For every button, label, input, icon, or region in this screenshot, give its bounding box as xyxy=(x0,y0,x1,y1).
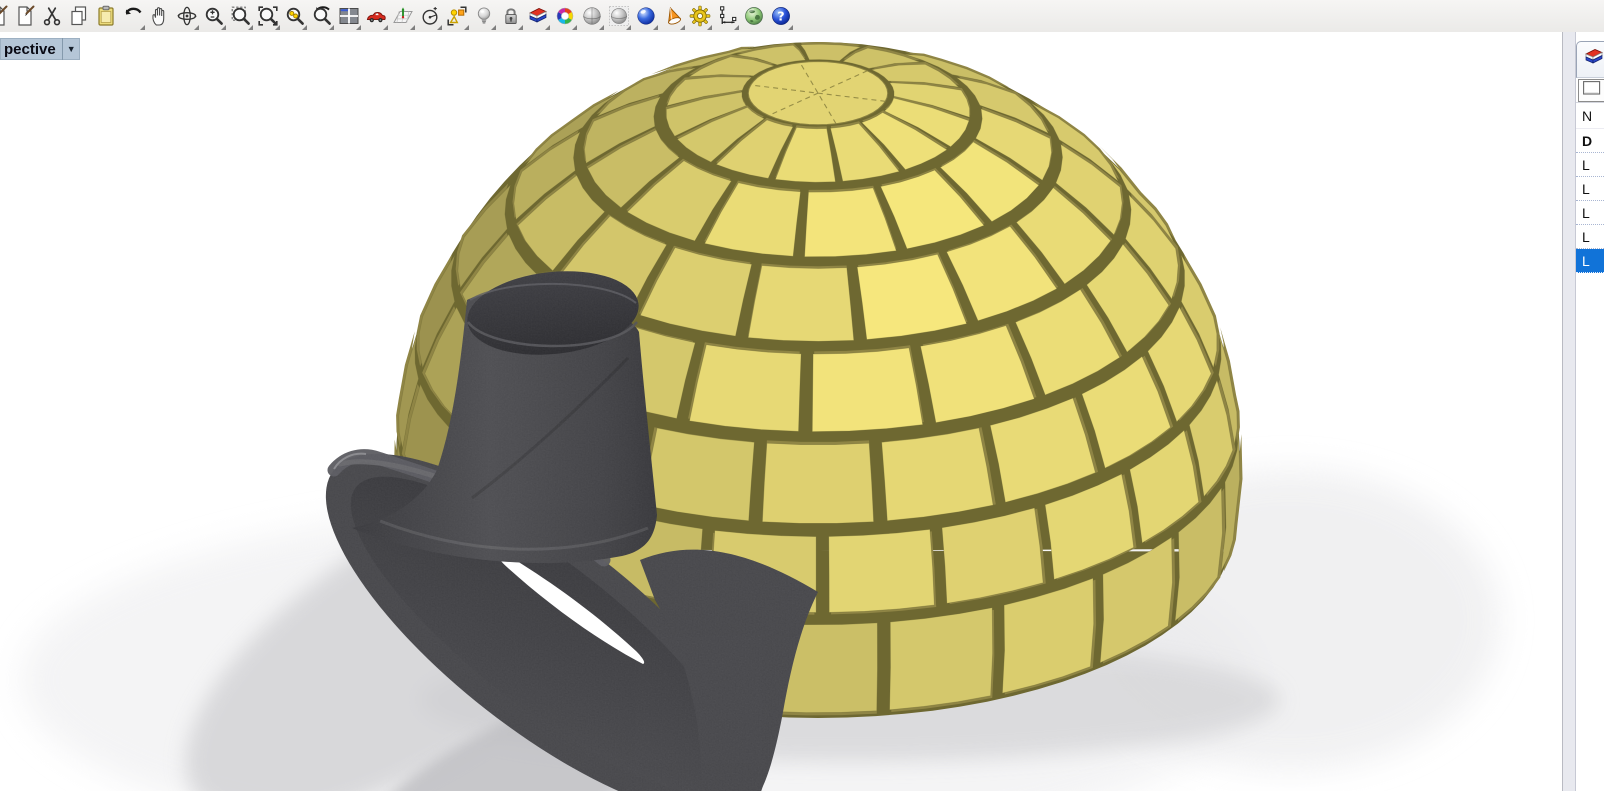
flyout-indicator xyxy=(518,25,523,30)
flyout-indicator xyxy=(140,25,145,30)
toolbar-button-color-wheel[interactable] xyxy=(551,1,578,31)
toolbar-button-cut[interactable] xyxy=(38,1,65,31)
toolbar-button-zoom-previous[interactable] xyxy=(308,1,335,31)
toolbar-button-dimension[interactable] xyxy=(713,1,740,31)
toolbar-button-undo[interactable] xyxy=(119,1,146,31)
flyout-indicator xyxy=(302,25,307,30)
flyout-indicator xyxy=(275,25,280,30)
layer-name: L xyxy=(1582,157,1590,173)
toolbar-button-pan[interactable] xyxy=(146,1,173,31)
toolbar-button-viewport-layout[interactable] xyxy=(335,1,362,31)
toolbar-button-zoom-window[interactable] xyxy=(227,1,254,31)
layer-row[interactable]: L xyxy=(1576,249,1604,273)
layer-name: L xyxy=(1582,205,1590,221)
flyout-indicator xyxy=(221,25,226,30)
toolbar-button-circle[interactable] xyxy=(416,1,443,31)
flyout-indicator xyxy=(464,25,469,30)
layer-row[interactable]: D xyxy=(1576,129,1604,153)
layers-list: DLLLLL xyxy=(1576,129,1604,273)
copy-icon xyxy=(67,4,91,28)
flyout-indicator xyxy=(788,25,793,30)
layers-panel-toolbar xyxy=(1576,78,1604,103)
cut-icon xyxy=(40,4,64,28)
viewport-3d-scene[interactable] xyxy=(0,32,1562,791)
export-document-icon xyxy=(13,4,37,28)
toolbar-button-partial-document[interactable] xyxy=(0,1,11,31)
flyout-indicator xyxy=(599,25,604,30)
toolbar-button-export-document[interactable] xyxy=(11,1,38,31)
layer-name: L xyxy=(1582,253,1590,269)
pan-icon xyxy=(148,4,172,28)
layer-row[interactable]: L xyxy=(1576,177,1604,201)
toolbar-button-shaded-view[interactable] xyxy=(578,1,605,31)
toolbar-button-hide-show[interactable] xyxy=(470,1,497,31)
layers-panel: N DLLLLL xyxy=(1576,32,1604,791)
toolbar-button-car[interactable] xyxy=(362,1,389,31)
panel-splitter[interactable] xyxy=(1563,32,1576,791)
flyout-indicator xyxy=(680,25,685,30)
toolbar-button-globe[interactable] xyxy=(740,1,767,31)
flyout-indicator xyxy=(626,25,631,30)
application-window: ? pective ▼ xyxy=(0,0,1604,791)
toolbar-button-rotate-view[interactable] xyxy=(173,1,200,31)
layer-row[interactable]: L xyxy=(1576,201,1604,225)
flyout-indicator xyxy=(572,25,577,30)
toolbar-button-cone[interactable] xyxy=(659,1,686,31)
viewport-title-tab[interactable]: pective ▼ xyxy=(0,38,80,60)
paste-icon xyxy=(94,4,118,28)
flyout-indicator xyxy=(707,25,712,30)
toolbar-button-lock[interactable] xyxy=(497,1,524,31)
column-header-label: N xyxy=(1582,108,1592,124)
flyout-indicator xyxy=(491,25,496,30)
layers-column-header: N xyxy=(1576,103,1604,129)
flyout-indicator xyxy=(248,25,253,30)
toolbar-button-ghosted-view[interactable] xyxy=(605,1,632,31)
svg-text:?: ? xyxy=(777,9,784,24)
toolbar-button-help[interactable]: ? xyxy=(767,1,794,31)
flyout-indicator xyxy=(410,25,415,30)
globe-icon xyxy=(742,4,766,28)
flyout-indicator xyxy=(653,25,658,30)
main-toolbar: ? xyxy=(0,0,1604,33)
toolbar-button-selection-filter[interactable] xyxy=(443,1,470,31)
toolbar-button-zoom-selected[interactable] xyxy=(281,1,308,31)
layers-icon xyxy=(1580,45,1604,74)
flyout-indicator xyxy=(383,25,388,30)
layer-name: D xyxy=(1582,133,1592,149)
flyout-indicator xyxy=(194,25,199,30)
viewport-menu-button[interactable]: ▼ xyxy=(62,38,80,60)
layer-row[interactable]: L xyxy=(1576,153,1604,177)
partial-document-icon xyxy=(0,4,10,28)
layer-name: L xyxy=(1582,181,1590,197)
flyout-indicator xyxy=(356,25,361,30)
chevron-down-icon: ▼ xyxy=(67,44,76,54)
flyout-indicator xyxy=(329,25,334,30)
perspective-viewport[interactable]: pective ▼ xyxy=(0,32,1563,791)
viewport-title[interactable]: pective xyxy=(0,41,62,58)
toolbar-button-paste[interactable] xyxy=(92,1,119,31)
toolbar-button-layers[interactable] xyxy=(524,1,551,31)
flyout-indicator xyxy=(545,25,550,30)
layer-row[interactable]: L xyxy=(1576,225,1604,249)
flyout-indicator xyxy=(437,25,442,30)
toolbar-button-settings-gear[interactable] xyxy=(686,1,713,31)
layers-panel-tab[interactable] xyxy=(1576,41,1604,78)
layer-name: L xyxy=(1582,229,1590,245)
flyout-indicator xyxy=(734,25,739,30)
toolbar-button-zoom-dynamic[interactable] xyxy=(200,1,227,31)
new-layer-button[interactable] xyxy=(1578,79,1604,102)
toolbar-button-cplane[interactable] xyxy=(389,1,416,31)
toolbar-button-copy[interactable] xyxy=(65,1,92,31)
new-layer-icon xyxy=(1582,80,1602,101)
toolbar-button-rendered-view[interactable] xyxy=(632,1,659,31)
toolbar-button-zoom-extents[interactable] xyxy=(254,1,281,31)
